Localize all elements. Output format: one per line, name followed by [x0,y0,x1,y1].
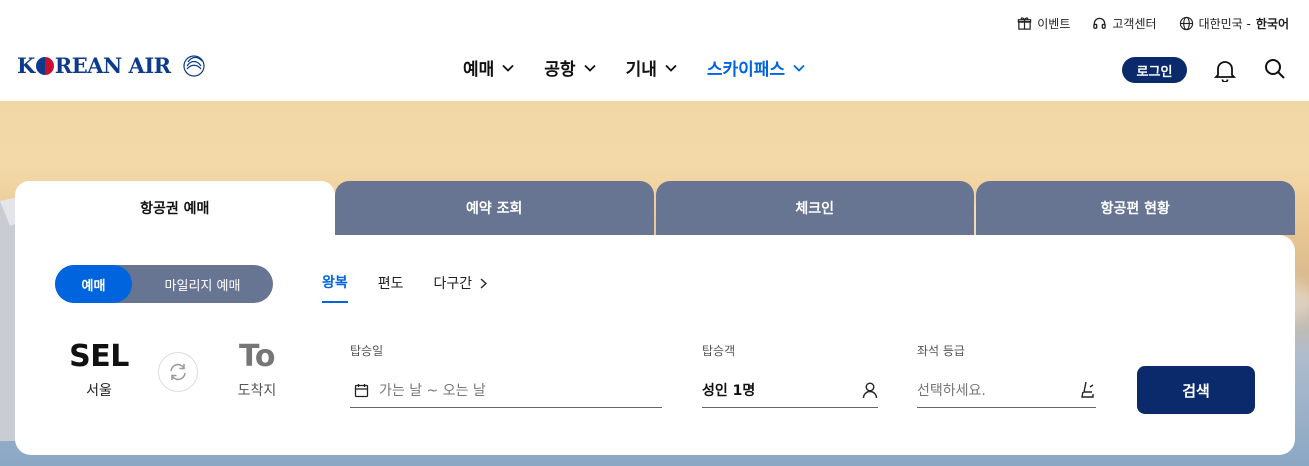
tab-ticket-booking[interactable]: 항공권 예매 [15,181,335,235]
booking-panel: 예매 마일리지 예매 왕복 편도 다구간 SEL 서울 To 도착지 탑승일 가… [15,235,1295,455]
swap-icon [170,363,186,381]
departure-city: 서울 [86,383,112,399]
cabin-placeholder: 선택하세요. [917,383,986,399]
nav-booking-label: 예매 [463,60,495,80]
trip-multicity[interactable]: 다구간 [434,272,488,303]
swap-airports-button[interactable] [158,352,198,392]
nav-airport[interactable]: 공항 [544,55,596,80]
nav-inflight-label: 기내 [625,60,657,80]
main-navigation: 예매 공항 기내 스카이패스 [463,55,805,80]
globe-icon [1179,16,1193,31]
logo-text-k: K [17,52,35,78]
event-link[interactable]: 이벤트 [1017,15,1070,32]
chevron-right-icon [480,277,488,289]
search-flights-button[interactable]: 검색 [1137,366,1255,414]
cabin-select[interactable]: 선택하세요. [917,373,1096,408]
tab-reservation-lookup[interactable]: 예약 조회 [334,181,654,235]
departure-airport[interactable]: SEL 서울 [67,339,131,400]
chevron-down-icon [502,64,514,72]
trip-oneway-label: 편도 [377,276,404,292]
gift-icon [1018,17,1032,30]
headset-icon [1093,17,1107,29]
cabin-label: 좌석 등급 [917,344,965,358]
trip-roundtrip-label: 왕복 [322,275,348,291]
language-selector[interactable]: 대한민국 - 한국어 [1179,15,1289,32]
arrival-city: 도착지 [237,383,277,399]
event-link-label: 이벤트 [1037,17,1071,31]
calendar-icon [354,383,369,397]
date-input[interactable]: 가는 날 ~ 오는 날 [350,373,662,408]
booking-mode-toggle[interactable]: 예매 마일리지 예매 [55,265,273,303]
search-icon[interactable] [1264,58,1286,80]
chevron-down-icon [583,64,596,72]
language-country: 대한민국 - [1198,17,1251,31]
trip-multicity-label: 다구간 [433,276,473,292]
nav-airport-label: 공항 [544,60,576,80]
departure-date-field[interactable]: 탑승일 가는 날 ~ 오는 날 [350,342,662,408]
departure-code: SEL [69,339,129,374]
seat-icon [1081,381,1094,398]
arrival-airport[interactable]: To 도착지 [232,339,282,400]
logo-wordmark: K REAN AIR [17,53,171,78]
bell-icon[interactable] [1214,58,1236,82]
booking-tabs: 항공권 예매 예약 조회 체크인 항공편 현황 [15,181,1295,235]
taegeuk-icon [35,57,54,75]
login-button[interactable]: 로그인 [1122,57,1187,83]
person-icon [862,382,878,398]
passenger-value: 성인 1명 [702,383,756,399]
support-link-label: 고객센터 [1112,17,1157,31]
nav-inflight[interactable]: 기내 [626,55,677,80]
chevron-down-icon [793,64,805,72]
site-header: 이벤트 고객센터 대한민국 - 한국어 K REAN AIR 예매 공항 기내 [0,0,1309,101]
passenger-label: 탑승객 [702,344,736,358]
korean-air-logo[interactable]: K REAN AIR [17,50,209,80]
trip-oneway[interactable]: 편도 [378,272,404,303]
mode-mileage[interactable]: 마일리지 예매 [132,275,273,294]
utility-links: 이벤트 고객센터 대한민국 - 한국어 [1017,15,1289,32]
date-placeholder: 가는 날 ~ 오는 날 [379,383,486,399]
arrival-code: To [238,339,276,374]
mode-regular[interactable]: 예매 [55,265,132,303]
trip-type-options: 왕복 편도 다구간 [322,272,488,303]
tab-flight-status[interactable]: 항공편 현황 [975,181,1295,235]
date-label: 탑승일 [350,344,384,358]
nav-skypass[interactable]: 스카이패스 [707,55,805,80]
language-current: 한국어 [1255,17,1289,31]
trip-roundtrip[interactable]: 왕복 [322,272,348,303]
cabin-class-field[interactable]: 좌석 등급 선택하세요. [917,342,1096,408]
nav-booking[interactable]: 예매 [463,55,514,80]
passenger-field[interactable]: 탑승객 성인 1명 [702,342,878,408]
support-link[interactable]: 고객센터 [1092,15,1157,32]
tab-checkin[interactable]: 체크인 [656,181,974,235]
passenger-input[interactable]: 성인 1명 [702,373,878,408]
skyteam-icon [182,55,205,77]
nav-skypass-label: 스카이패스 [706,60,786,80]
logo-text-rest: REAN AIR [54,52,171,78]
chevron-down-icon [665,64,677,72]
